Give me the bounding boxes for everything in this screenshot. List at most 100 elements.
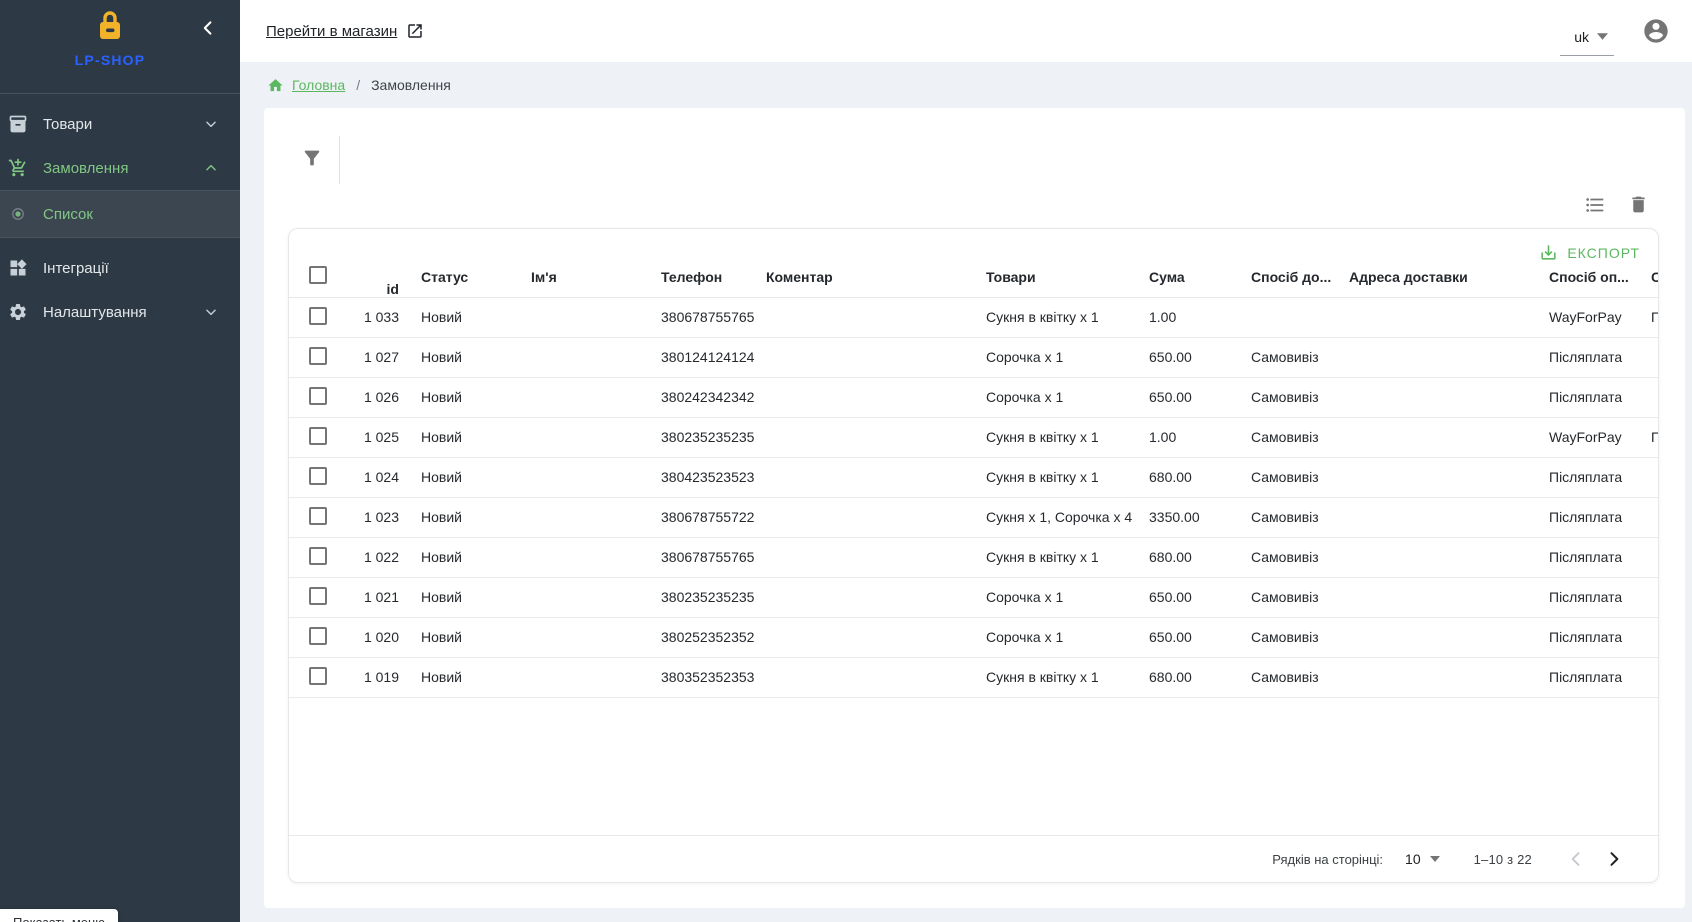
cell-id: 1 024 [341,457,409,497]
column-header-delivery[interactable]: Спосіб до... [1239,229,1337,297]
cell-name [519,497,649,537]
list-view-icon[interactable] [1584,194,1606,216]
cell-status: Новий [409,297,519,337]
cell-address [1337,417,1537,457]
cell-status: Новий [409,537,519,577]
row-checkbox[interactable] [309,507,327,525]
table-row[interactable]: 1 019Новий380352352353Сукня в квітку x 1… [289,657,1659,697]
sidebar-item-settings[interactable]: Налаштування [0,290,240,334]
pagination: Рядків на сторінці: 10 1–10 з 22 [289,835,1658,882]
next-page-button[interactable] [1600,845,1628,873]
cell-status: Новий [409,497,519,537]
table-row[interactable]: 1 022Новий380678755765Сукня в квітку x 1… [289,537,1659,577]
home-icon [267,77,284,94]
cell-sum: 680.00 [1137,657,1239,697]
row-checkbox[interactable] [309,467,327,485]
cell-delivery: Самовивіз [1239,337,1337,377]
cell-comment [754,577,974,617]
cell-phone: 380235235235 [649,577,754,617]
cell-comment [754,337,974,377]
table-row[interactable]: 1 023Новий380678755722Сукня x 1, Сорочка… [289,497,1659,537]
orders-table: id Статус Ім'я Телефон Коментар Товари С… [289,229,1659,698]
rows-per-page-select[interactable]: 10 [1405,851,1440,867]
column-header-address[interactable]: Адреса доставки [1337,229,1537,297]
cell-phone: 380252352352 [649,617,754,657]
logo[interactable]: LP-SHOP [0,10,220,68]
table-row[interactable]: 1 020Новий380252352352Сорочка x 1650.00С… [289,617,1659,657]
column-header-sum[interactable]: Сума [1137,229,1239,297]
cell-address [1337,377,1537,417]
table-row[interactable]: 1 026Новий380242342342Сорочка x 1650.00С… [289,377,1659,417]
table-row[interactable]: 1 024Новий380423523523Сукня в квітку x 1… [289,457,1659,497]
column-header-phone[interactable]: Телефон [649,229,754,297]
breadcrumb: Головна / Замовлення [240,62,1692,108]
row-checkbox[interactable] [309,387,327,405]
cell-pay_status [1639,337,1659,377]
cell-pay_status [1639,497,1659,537]
select-all-checkbox[interactable] [309,266,327,284]
previous-page-button [1562,845,1590,873]
cell-payment: Післяплата [1537,537,1639,577]
row-checkbox[interactable] [309,667,327,685]
cell-id: 1 022 [341,537,409,577]
sidebar-item-orders-list[interactable]: Список [0,190,240,238]
sidebar-menu: Товари Замовлення Список Інтеграці [0,94,240,334]
column-header-comment[interactable]: Коментар [754,229,974,297]
sidebar-item-products[interactable]: Товари [0,102,240,146]
cell-pay_status [1639,457,1659,497]
table-row[interactable]: 1 033Новий380678755765Сукня в квітку x 1… [289,297,1659,337]
table-row[interactable]: 1 027Новий380124124124Сорочка x 1650.00С… [289,337,1659,377]
column-header-status[interactable]: Статус [409,229,519,297]
breadcrumb-current: Замовлення [371,77,451,93]
cell-delivery [1239,297,1337,337]
filter-divider [339,136,340,184]
language-select[interactable]: uk [1560,23,1614,56]
row-checkbox[interactable] [309,547,327,565]
cell-address [1337,617,1537,657]
cell-comment [754,417,974,457]
table-header-row: id Статус Ім'я Телефон Коментар Товари С… [289,229,1659,297]
column-header-id[interactable]: id [341,229,409,297]
breadcrumb-home-link[interactable]: Головна [292,77,345,93]
add-shopping-cart-icon [6,158,30,178]
cell-id: 1 026 [341,377,409,417]
cell-delivery: Самовивіз [1239,457,1337,497]
cell-products: Сукня в квітку x 1 [974,537,1137,577]
cell-address [1337,457,1537,497]
sidebar-item-label: Список [43,206,93,223]
trash-icon[interactable] [1628,194,1649,216]
column-header-products[interactable]: Товари [974,229,1137,297]
table-row[interactable]: 1 021Новий380235235235Сорочка x 1650.00С… [289,577,1659,617]
table-row[interactable]: 1 025Новий380235235235Сукня в квітку x 1… [289,417,1659,457]
go-to-store-label: Перейти в магазин [266,23,397,40]
cell-products: Сукня в квітку x 1 [974,417,1137,457]
inventory-box-icon [6,114,30,134]
cell-delivery: Самовивіз [1239,657,1337,697]
go-to-store-link[interactable]: Перейти в магазин [266,22,424,40]
export-button[interactable]: ЕКСПОРТ [1529,235,1650,270]
row-checkbox[interactable] [309,627,327,645]
cell-address [1337,537,1537,577]
cell-payment: Післяплата [1537,337,1639,377]
cell-id: 1 025 [341,417,409,457]
cell-name [519,337,649,377]
gear-icon [6,302,30,322]
cell-delivery: Самовивіз [1239,377,1337,417]
content-card: ЕКСПОРТ id Статус Ім'я Телефон Коментар … [264,108,1685,908]
cell-products: Сукня в квітку x 1 [974,297,1137,337]
cell-pay_status [1639,377,1659,417]
row-checkbox[interactable] [309,587,327,605]
row-checkbox[interactable] [309,307,327,325]
filter-icon[interactable] [301,147,323,169]
account-circle-icon[interactable] [1642,17,1670,45]
row-checkbox[interactable] [309,347,327,365]
sidebar-header: LP-SHOP [0,0,240,94]
cell-pay_status [1639,657,1659,697]
cell-payment: WayForPay [1537,417,1639,457]
sidebar-item-orders[interactable]: Замовлення [0,146,240,190]
cell-status: Новий [409,377,519,417]
sidebar-item-integrations[interactable]: Інтеграції [0,246,240,290]
open-in-new-icon [406,22,424,40]
column-header-name[interactable]: Ім'я [519,229,649,297]
row-checkbox[interactable] [309,427,327,445]
